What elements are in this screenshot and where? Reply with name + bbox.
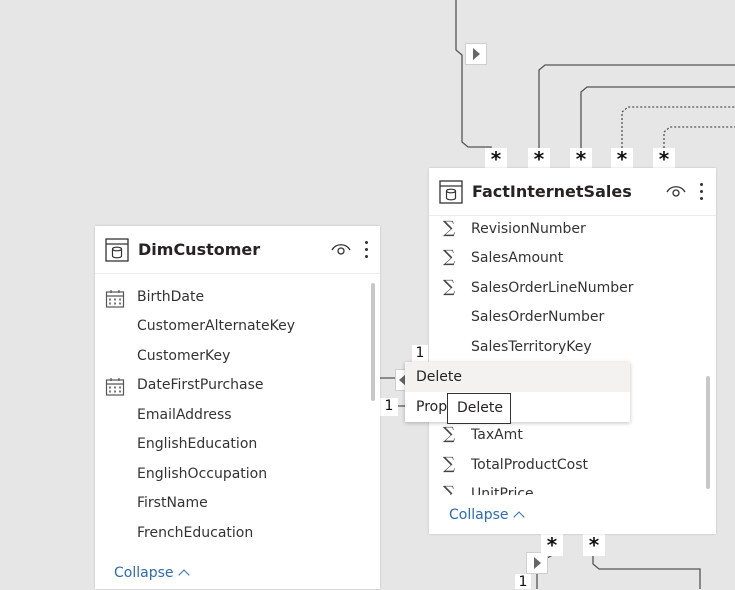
field-row[interactable]: CustomerAlternateKey bbox=[95, 313, 380, 342]
play-arrow-icon bbox=[473, 48, 480, 60]
cardinality-many-marker: * bbox=[485, 148, 507, 170]
tooltip-text: Delete bbox=[457, 400, 503, 416]
field-row[interactable]: SalesTerritoryKey bbox=[429, 334, 716, 363]
cardinality-many-marker: * bbox=[528, 148, 550, 170]
field-label: RevisionNumber bbox=[471, 221, 586, 237]
sigma-icon: ∑ bbox=[443, 218, 456, 238]
field-label: CustomerKey bbox=[137, 348, 231, 364]
collapse-link[interactable]: Collapse bbox=[114, 565, 190, 581]
calendar-icon bbox=[105, 378, 125, 396]
field-row[interactable]: ∑ SalesAmount bbox=[429, 245, 716, 274]
sigma-icon: ∑ bbox=[443, 277, 456, 297]
table-title: FactInternetSales bbox=[472, 182, 632, 201]
field-row[interactable]: ∑ TotalProductCost bbox=[429, 452, 716, 481]
field-row[interactable]: BirthDate bbox=[95, 284, 380, 313]
more-options-icon[interactable] bbox=[361, 240, 371, 260]
scrollbar[interactable] bbox=[706, 376, 710, 489]
field-label: CustomerAlternateKey bbox=[137, 318, 296, 334]
cardinality-many-marker: * bbox=[583, 534, 605, 556]
relationship-line-6 bbox=[592, 545, 701, 589]
menu-item-delete[interactable]: Delete bbox=[405, 362, 630, 392]
field-label: TaxAmt bbox=[471, 427, 523, 443]
calendar-icon bbox=[105, 290, 125, 308]
field-label: SalesAmount bbox=[471, 250, 564, 266]
context-menu: Delete Prop bbox=[405, 362, 630, 422]
relationship-direction-arrow[interactable] bbox=[465, 43, 487, 65]
collapse-label: Collapse bbox=[449, 507, 509, 523]
field-label: DateFirstPurchase bbox=[137, 377, 264, 393]
chevron-up-icon bbox=[512, 511, 525, 523]
field-label: BirthDate bbox=[137, 289, 205, 305]
field-label: EnglishEducation bbox=[137, 436, 258, 452]
tooltip: Delete bbox=[447, 393, 511, 424]
field-label: EnglishOccupation bbox=[137, 466, 268, 482]
field-row[interactable]: CustomerKey bbox=[95, 343, 380, 372]
scrollbar[interactable] bbox=[371, 283, 375, 401]
collapse-label: Collapse bbox=[114, 565, 174, 581]
field-row[interactable]: DateFirstPurchase bbox=[95, 372, 380, 401]
field-row[interactable]: SalesOrderNumber bbox=[429, 304, 716, 333]
field-label: EmailAddress bbox=[137, 407, 232, 423]
collapse-link[interactable]: Collapse bbox=[449, 507, 525, 523]
more-options-icon[interactable] bbox=[696, 182, 706, 202]
field-row[interactable]: ∑ UnitPrice bbox=[429, 481, 716, 496]
table-icon bbox=[105, 238, 129, 262]
table-card-header[interactable]: DimCustomer bbox=[95, 226, 380, 274]
cardinality-one-marker: 1 bbox=[412, 345, 428, 363]
table-card-header[interactable]: FactInternetSales bbox=[429, 168, 716, 216]
sigma-icon: ∑ bbox=[443, 247, 456, 267]
field-row[interactable]: EnglishOccupation bbox=[95, 461, 380, 490]
cardinality-one-marker: 1 bbox=[380, 398, 398, 416]
relationship-line-1 bbox=[455, 0, 492, 160]
play-arrow-icon bbox=[534, 557, 541, 569]
field-row[interactable]: FirstName bbox=[95, 490, 380, 519]
field-list-clip bbox=[429, 495, 716, 496]
field-label: FrenchEducation bbox=[137, 525, 254, 541]
field-label: SalesOrderLineNumber bbox=[471, 280, 634, 296]
field-label: FirstName bbox=[137, 495, 208, 511]
field-label: SalesOrderNumber bbox=[471, 309, 605, 325]
menu-item-properties[interactable]: Prop bbox=[405, 392, 630, 422]
chevron-up-icon bbox=[177, 569, 190, 581]
cardinality-many-marker: * bbox=[541, 534, 563, 556]
table-title: DimCustomer bbox=[138, 240, 261, 259]
table-icon bbox=[439, 180, 463, 204]
menu-item-label: Prop bbox=[416, 399, 448, 415]
relationship-line-2 bbox=[538, 64, 735, 160]
field-row[interactable]: FrenchEducation bbox=[95, 520, 380, 549]
field-row[interactable]: EnglishEducation bbox=[95, 431, 380, 460]
field-row[interactable]: ∑ RevisionNumber bbox=[429, 216, 716, 245]
relationship-line-4 bbox=[621, 106, 735, 160]
table-card-factinternetsales[interactable]: FactInternetSales ∑ RevisionNumber ∑ Sal… bbox=[429, 168, 716, 534]
eye-icon[interactable] bbox=[666, 184, 686, 198]
field-row[interactable]: ∑ TaxAmt bbox=[429, 422, 716, 451]
table-card-dimcustomer[interactable]: DimCustomer BirthDate CustomerAlternateK… bbox=[95, 226, 380, 589]
cardinality-many-marker: * bbox=[570, 148, 592, 170]
field-label: TotalProductCost bbox=[471, 457, 588, 473]
field-row[interactable]: ∑ SalesOrderLineNumber bbox=[429, 275, 716, 304]
field-label: SalesTerritoryKey bbox=[471, 339, 592, 355]
cardinality-many-marker: * bbox=[653, 148, 675, 170]
cardinality-one-marker: 1 bbox=[515, 574, 531, 590]
sigma-icon: ∑ bbox=[443, 424, 456, 444]
field-row[interactable]: EmailAddress bbox=[95, 402, 380, 431]
menu-item-label: Delete bbox=[416, 369, 462, 385]
cardinality-many-marker: * bbox=[611, 148, 633, 170]
eye-icon[interactable] bbox=[331, 242, 351, 256]
sigma-icon: ∑ bbox=[443, 454, 456, 474]
